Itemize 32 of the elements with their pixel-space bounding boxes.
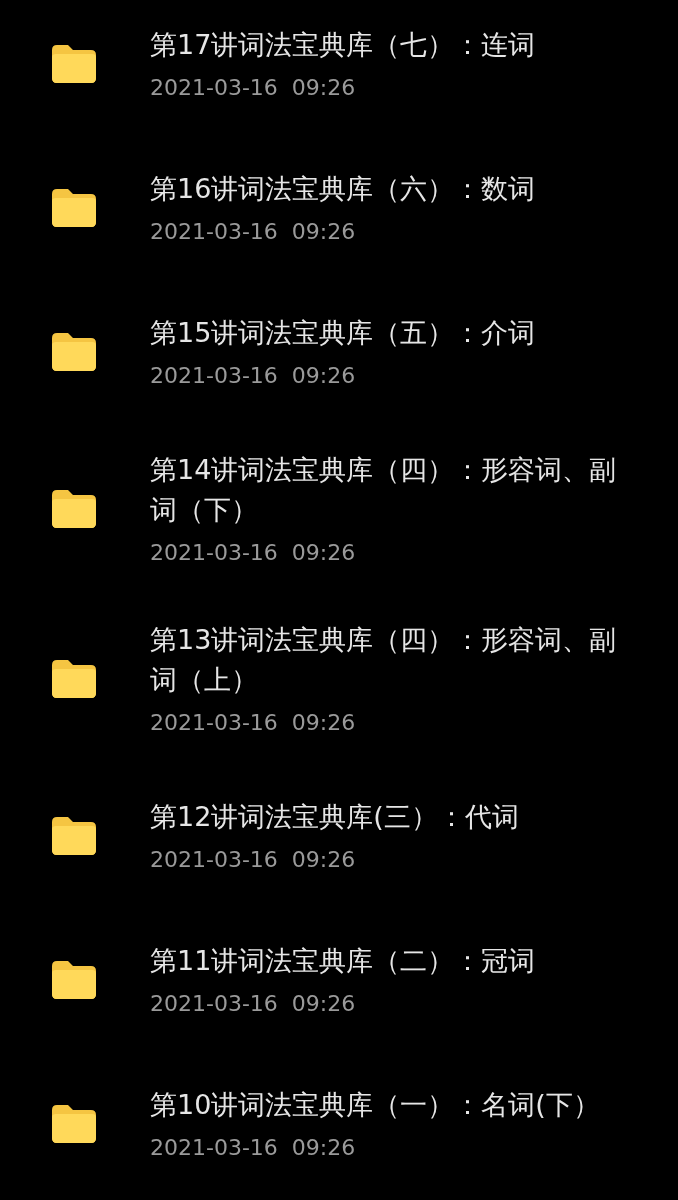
folder-item[interactable]: 第12讲词法宝典库(三）：代词 2021-03-16 09:26 xyxy=(0,764,678,908)
folder-item[interactable]: 第16讲词法宝典库（六）：数词 2021-03-16 09:26 xyxy=(0,136,678,280)
folder-icon xyxy=(52,490,96,528)
folder-icon xyxy=(52,817,96,855)
modified-date: 2021-03-16 09:26 xyxy=(150,74,357,102)
modified-date: 2021-03-16 09:26 xyxy=(150,362,357,390)
folder-item[interactable]: 第10讲词法宝典库（一）：名词(下） 2021-03-16 09:26 xyxy=(0,1052,678,1196)
modified-date: 2021-03-16 09:26 xyxy=(150,218,357,246)
folder-icon xyxy=(52,333,96,371)
folder-icon xyxy=(52,961,96,999)
folder-item[interactable]: 第14讲词法宝典库（四）：形容词、副词（下） 2021-03-16 09:26 xyxy=(0,424,678,594)
folder-icon xyxy=(52,660,96,698)
folder-name: 第11讲词法宝典库（二）：冠词 xyxy=(150,944,537,978)
folder-icon xyxy=(52,189,96,227)
folder-item[interactable]: 第13讲词法宝典库（四）：形容词、副词（上） 2021-03-16 09:26 xyxy=(0,594,678,764)
folder-name: 第10讲词法宝典库（一）：名词(下） xyxy=(150,1088,601,1122)
folder-icon xyxy=(52,1105,96,1143)
folder-name: 第17讲词法宝典库（七）：连词 xyxy=(150,28,537,62)
modified-date: 2021-03-16 09:26 xyxy=(150,1134,357,1162)
modified-date: 2021-03-16 09:26 xyxy=(150,990,357,1018)
folder-item[interactable]: 第15讲词法宝典库（五）：介词 2021-03-16 09:26 xyxy=(0,280,678,424)
modified-date: 2021-03-16 09:26 xyxy=(150,539,357,567)
folder-name: 第16讲词法宝典库（六）：数词 xyxy=(150,172,537,206)
folder-name: 第14讲词法宝典库（四）：形容词、副词（下） xyxy=(150,453,618,527)
folder-name: 第15讲词法宝典库（五）：介词 xyxy=(150,316,537,350)
folder-item[interactable]: 第17讲词法宝典库（七）：连词 2021-03-16 09:26 xyxy=(0,0,678,136)
folder-item[interactable]: 第11讲词法宝典库（二）：冠词 2021-03-16 09:26 xyxy=(0,908,678,1052)
modified-date: 2021-03-16 09:26 xyxy=(150,846,357,874)
folder-name: 第13讲词法宝典库（四）：形容词、副词（上） xyxy=(150,623,618,697)
folder-name: 第12讲词法宝典库(三）：代词 xyxy=(150,800,520,834)
folder-icon xyxy=(52,45,96,83)
modified-date: 2021-03-16 09:26 xyxy=(150,709,357,737)
